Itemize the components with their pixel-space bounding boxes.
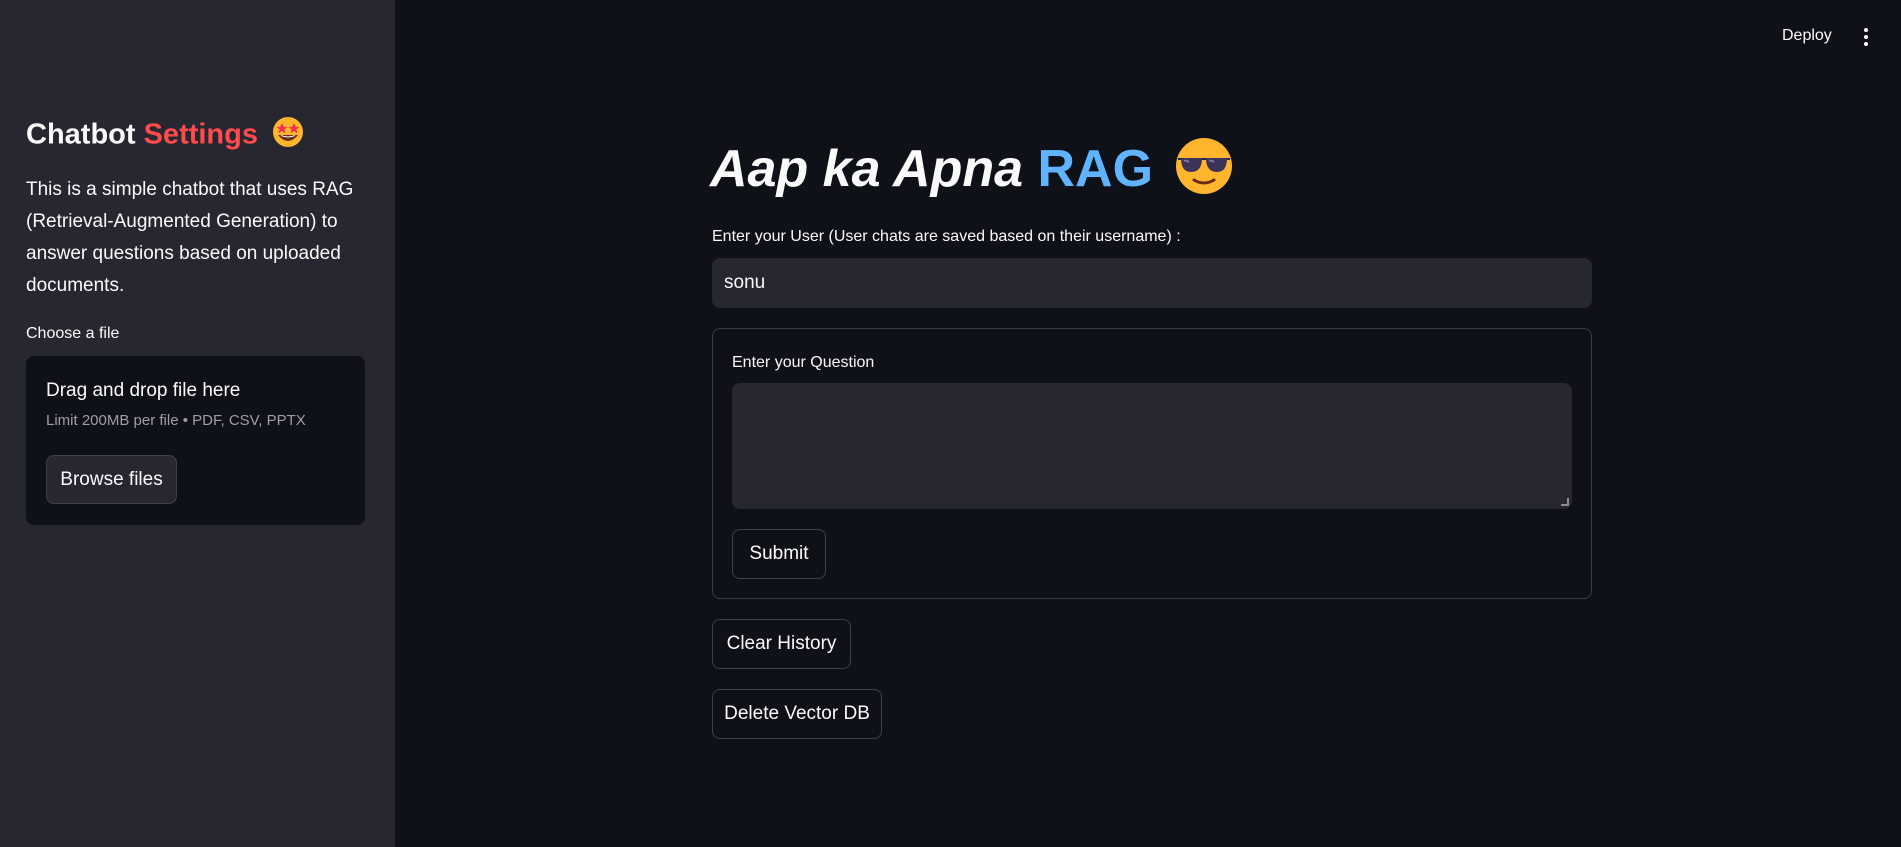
question-form: Enter your Question Submit	[712, 328, 1592, 599]
page-title-accent: RAG	[1037, 140, 1154, 199]
question-textarea-wrapper	[732, 383, 1572, 509]
dropzone-limit-text: Limit 200MB per file • PDF, CSV, PPTX	[46, 412, 306, 429]
file-uploader-label: Choose a file	[26, 325, 120, 342]
page-title: Aap ka Apna RAG	[710, 136, 1234, 209]
sidebar-title: Chatbot Settings	[26, 116, 304, 156]
deploy-button[interactable]: Deploy	[1782, 27, 1832, 45]
question-label: Enter your Question	[732, 354, 875, 371]
star-struck-emoji-icon	[272, 116, 304, 156]
delete-vector-db-button[interactable]: Delete Vector DB	[712, 689, 882, 739]
user-input-label: Enter your User (User chats are saved ba…	[712, 228, 1181, 245]
clear-history-button[interactable]: Clear History	[712, 619, 851, 669]
submit-button[interactable]: Submit	[732, 529, 826, 579]
sunglasses-emoji-icon	[1174, 136, 1234, 209]
file-dropzone[interactable]: Drag and drop file here Limit 200MB per …	[26, 356, 365, 525]
resize-handle-icon[interactable]	[1561, 498, 1569, 506]
vertical-dots-icon[interactable]	[1858, 26, 1874, 48]
sidebar-title-main: Chatbot	[26, 118, 136, 151]
sidebar-title-accent: Settings	[143, 118, 258, 151]
sidebar-description: This is a simple chatbot that uses RAG (…	[26, 179, 354, 296]
username-input[interactable]	[712, 258, 1592, 308]
dropzone-title: Drag and drop file here	[46, 380, 241, 401]
sidebar: Chatbot Settings This is a simple chatbo…	[0, 0, 395, 847]
browse-files-button[interactable]: Browse files	[46, 455, 177, 504]
page-title-main: Aap ka Apna	[710, 140, 1024, 199]
question-textarea[interactable]	[732, 383, 1572, 509]
